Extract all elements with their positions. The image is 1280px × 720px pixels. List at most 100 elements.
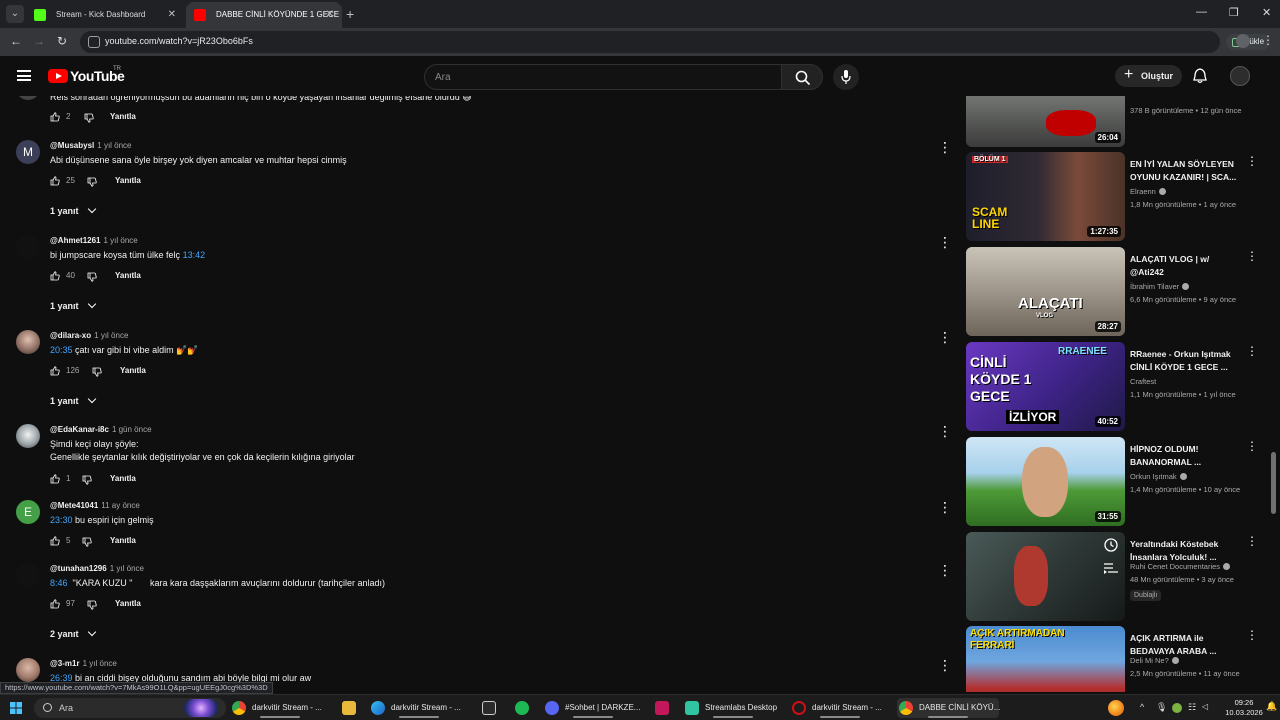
video-thumbnail[interactable]: AÇIK ARTIRMADAN FERRARİ [966, 626, 1125, 692]
volume-icon[interactable]: ◁ [1202, 702, 1208, 711]
close-window-icon[interactable]: ✕ [1262, 6, 1271, 19]
menu-icon[interactable] [17, 70, 31, 81]
video-title[interactable]: HİPNOZ OLDUM! BANANORMAL ... [1130, 443, 1240, 469]
account-avatar[interactable] [1230, 66, 1250, 86]
taskbar-item-opera[interactable]: darkvitir Stream - ... [790, 698, 890, 718]
like-icon[interactable] [50, 112, 60, 122]
reply-button[interactable]: Yanıtla [115, 599, 141, 608]
create-button[interactable]: Oluştur [1115, 64, 1182, 87]
dislike-icon[interactable] [92, 367, 102, 377]
chrome-menu-icon[interactable]: ⋮ [1262, 33, 1274, 47]
recommended-video[interactable]: 31:55 HİPNOZ OLDUM! BANANORMAL ... Orkun… [965, 437, 1265, 527]
video-title[interactable]: Yeraltındaki Köstebek İnsanlara Yolculuk… [1130, 538, 1240, 564]
view-replies-button[interactable]: 1 yanıt [50, 299, 96, 311]
comment-more-icon[interactable]: ⋮ [938, 563, 952, 577]
comment-author[interactable]: @dilara-xo 1 yıl önce [50, 331, 128, 340]
site-info-icon[interactable] [88, 36, 100, 48]
like-icon[interactable] [50, 271, 60, 281]
reply-button[interactable]: Yanıtla [110, 536, 136, 545]
commenter-avatar[interactable] [16, 96, 40, 100]
commenter-avatar[interactable]: M [16, 140, 40, 164]
dislike-icon[interactable] [87, 600, 97, 610]
video-more-icon[interactable]: ⋮ [1246, 629, 1258, 641]
taskbar-item-chrome-active[interactable]: DABBE CİNLİ KÖYÜ... [897, 698, 1000, 718]
notifications-icon[interactable]: 🔔 [1266, 701, 1277, 712]
channel-name[interactable]: Elraenn [1130, 187, 1166, 196]
commenter-avatar[interactable] [16, 330, 40, 354]
commenter-avatar[interactable] [16, 235, 40, 259]
like-icon[interactable] [50, 176, 60, 186]
reply-button[interactable]: Yanıtla [110, 474, 136, 483]
taskbar-item-edge[interactable]: darkvitir Stream - ... [369, 698, 469, 718]
channel-name[interactable]: Craftest [1130, 377, 1156, 386]
timestamp-link[interactable]: 20:35 [50, 345, 73, 355]
timestamp-link[interactable]: 8:46 [50, 578, 68, 588]
reply-button[interactable]: Yanıtla [120, 366, 146, 375]
timestamp-link[interactable]: 13:42 [183, 250, 206, 260]
channel-name[interactable]: Orkun Işıtmak [1130, 472, 1187, 481]
recommended-video[interactable]: Yeraltındaki Köstebek İnsanlara Yolculuk… [965, 532, 1265, 622]
watch-later-icon[interactable] [1104, 538, 1118, 552]
show-hidden-icons[interactable]: ^ [1140, 702, 1144, 712]
timestamp-link[interactable]: 23:30 [50, 515, 73, 525]
close-tab-icon[interactable]: ✕ [326, 2, 334, 28]
video-title[interactable]: RRaenee - Orkun Işıtmak CİNLİ KÖYDE 1 GE… [1130, 348, 1240, 374]
like-icon[interactable] [50, 366, 60, 376]
reply-button[interactable]: Yanıtla [110, 112, 136, 121]
commenter-avatar[interactable] [16, 563, 40, 587]
recommended-video[interactable]: AÇIK ARTIRMADAN FERRARİ AÇIK ARTIRMA ile… [965, 626, 1265, 692]
taskbar-item-chrome[interactable]: darkvitir Stream - ... [230, 698, 330, 718]
comment-more-icon[interactable]: ⋮ [938, 500, 952, 514]
voice-search-button[interactable] [833, 64, 859, 90]
recommended-video[interactable]: 26:04 378 B görüntüleme • 12 gün önce [965, 96, 1265, 148]
search-input[interactable]: Ara [424, 64, 782, 90]
windows-start-icon[interactable] [10, 702, 22, 714]
video-title[interactable]: ALAÇATI VLOG | w/ @Ati242 [1130, 253, 1240, 279]
comment-more-icon[interactable]: ⋮ [938, 424, 952, 438]
tab-youtube-video[interactable]: DABBE CİNLİ KÖYÜNDE 1 GECE ✕ [186, 2, 342, 28]
comment-author[interactable]: @tunahan1296 1 yıl önce [50, 564, 144, 573]
taskbar-search[interactable]: Ara [34, 698, 226, 718]
taskbar-item-discord[interactable]: #Sohbet | DARKZE... [543, 698, 643, 718]
minimize-icon[interactable]: — [1196, 6, 1207, 18]
commenter-avatar[interactable]: E [16, 500, 40, 524]
comment-more-icon[interactable]: ⋮ [938, 330, 952, 344]
add-to-queue-icon[interactable] [1104, 562, 1118, 574]
recommended-video[interactable]: CİNLİ KÖYDE 1 GECE RRAENEE İZLİYOR 40:52… [965, 342, 1265, 432]
dislike-icon[interactable] [82, 537, 92, 547]
dislike-icon[interactable] [87, 272, 97, 282]
commenter-avatar[interactable] [16, 424, 40, 448]
like-icon[interactable] [50, 474, 60, 484]
network-icon[interactable]: ☷ [1188, 702, 1196, 713]
reply-button[interactable]: Yanıtla [115, 271, 141, 280]
notifications-bell-icon[interactable] [1193, 68, 1207, 89]
comment-more-icon[interactable]: ⋮ [938, 140, 952, 154]
video-title[interactable]: EN İYİ YALAN SÖYLEYEN OYUNU KAZANIR! | S… [1130, 158, 1240, 184]
tab-search-icon[interactable]: ⌄ [6, 5, 24, 23]
view-replies-button[interactable]: 1 yanıt [50, 204, 96, 216]
recommended-video[interactable]: BÖLÜM 1 SCAM LINE 1:27:35 EN İYİ YALAN S… [965, 152, 1265, 242]
video-thumbnail[interactable]: CİNLİ KÖYDE 1 GECE RRAENEE İZLİYOR 40:52 [966, 342, 1125, 431]
like-icon[interactable] [50, 536, 60, 546]
video-thumbnail[interactable]: BÖLÜM 1 SCAM LINE 1:27:35 [966, 152, 1125, 241]
like-icon[interactable] [50, 599, 60, 609]
commenter-avatar[interactable] [16, 658, 40, 682]
app-icon[interactable] [655, 701, 669, 715]
reply-button[interactable]: Yanıtla [115, 176, 141, 185]
reload-icon[interactable]: ↻ [57, 34, 67, 48]
comment-more-icon[interactable]: ⋮ [938, 658, 952, 672]
video-thumbnail[interactable] [966, 532, 1125, 621]
comment-author[interactable]: @EdaKanar-i8c 1 gün önce [50, 425, 152, 434]
tray-app-icon[interactable] [1172, 703, 1182, 713]
comment-more-icon[interactable]: ⋮ [938, 235, 952, 249]
tab-kick-dashboard[interactable]: Stream - Kick Dashboard ✕ [26, 2, 184, 28]
comment-author[interactable]: @Ahmet1261 1 yıl önce [50, 236, 138, 245]
comment-author[interactable]: @3-m1r 1 yıl önce [50, 659, 117, 668]
dislike-icon[interactable] [82, 475, 92, 485]
profile-avatar[interactable] [1236, 34, 1250, 48]
view-replies-button[interactable]: 1 yanıt [50, 394, 96, 406]
video-more-icon[interactable]: ⋮ [1246, 535, 1258, 547]
channel-name[interactable]: Deli Mi Ne? [1130, 656, 1179, 665]
file-explorer-icon[interactable] [342, 701, 356, 715]
video-title[interactable]: AÇIK ARTIRMA ile BEDAVAYA ARABA ... [1130, 632, 1240, 658]
